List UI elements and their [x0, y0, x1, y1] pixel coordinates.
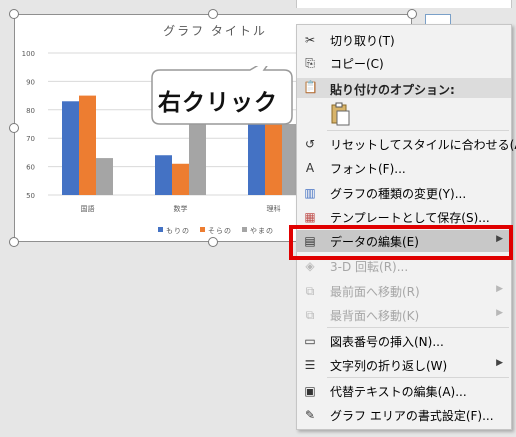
paste-keep-formatting-button[interactable]	[330, 101, 350, 127]
submenu-arrow-icon: ▶	[496, 308, 503, 318]
menu-item-bring-front: ⧉ 最前面へ移動(R) ▶	[297, 280, 511, 302]
resize-handle-bottom-left[interactable]	[9, 237, 19, 247]
rotate-3d-icon: ◈	[305, 259, 315, 273]
menu-separator	[327, 327, 509, 328]
send-back-icon: ⧉	[305, 308, 315, 322]
resize-handle-top-right[interactable]	[407, 9, 417, 19]
bring-front-icon: ⧉	[305, 284, 315, 298]
wrap-text-icon: ☰	[304, 358, 316, 372]
chart-type-icon: ▥	[304, 186, 316, 200]
template-icon: ▦	[304, 210, 316, 224]
highlight-box	[289, 225, 513, 260]
clipboard-icon: 📋	[303, 80, 318, 94]
menu-item-send-back: ⧉ 最背面へ移動(K) ▶	[297, 304, 511, 326]
menu-item-copy[interactable]: ⎘ コピー(C)	[297, 52, 511, 74]
menu-item-alt-text[interactable]: ▣ 代替テキストの編集(A)...	[297, 380, 511, 402]
menu-item-wrap-text[interactable]: ☰ 文字列の折り返し(W) ▶	[297, 354, 511, 376]
paste-icon	[331, 102, 350, 126]
caption-icon: ▭	[304, 334, 316, 348]
copy-icon: ⎘	[305, 56, 315, 70]
menu-item-cut[interactable]: ✂ 切り取り(T)	[297, 29, 511, 51]
resize-handle-top-center[interactable]	[208, 9, 218, 19]
menu-separator	[327, 130, 509, 131]
menu-separator	[327, 377, 509, 378]
submenu-arrow-icon: ▶	[496, 358, 503, 368]
menu-item-format-chart-area[interactable]: ✎ グラフ エリアの書式設定(F)...	[297, 404, 511, 426]
menu-item-change-chart-type[interactable]: ▥ グラフの種類の変更(Y)...	[297, 182, 511, 204]
ribbon-strip	[296, 0, 512, 8]
scissors-icon: ✂	[304, 33, 316, 47]
submenu-arrow-icon: ▶	[496, 284, 503, 294]
menu-item-insert-caption[interactable]: ▭ 図表番号の挿入(N)...	[297, 330, 511, 352]
menu-item-reset-style[interactable]: ↺ リセットしてスタイルに合わせる(A)	[297, 133, 516, 155]
format-icon: ✎	[304, 408, 316, 422]
reset-style-icon: ↺	[304, 137, 316, 151]
resize-handle-top-left[interactable]	[9, 9, 19, 19]
alt-text-icon: ▣	[304, 384, 316, 398]
resize-handle-bottom-center[interactable]	[208, 237, 218, 247]
menu-item-font[interactable]: A フォント(F)...	[297, 157, 511, 179]
resize-handle-middle-left[interactable]	[9, 123, 19, 133]
paste-options-header: 📋 貼り付けのオプション:	[297, 78, 511, 98]
chart-title[interactable]: グラフ タイトル	[150, 22, 280, 39]
callout-text: 右クリック	[158, 90, 278, 116]
font-icon: A	[305, 161, 315, 175]
